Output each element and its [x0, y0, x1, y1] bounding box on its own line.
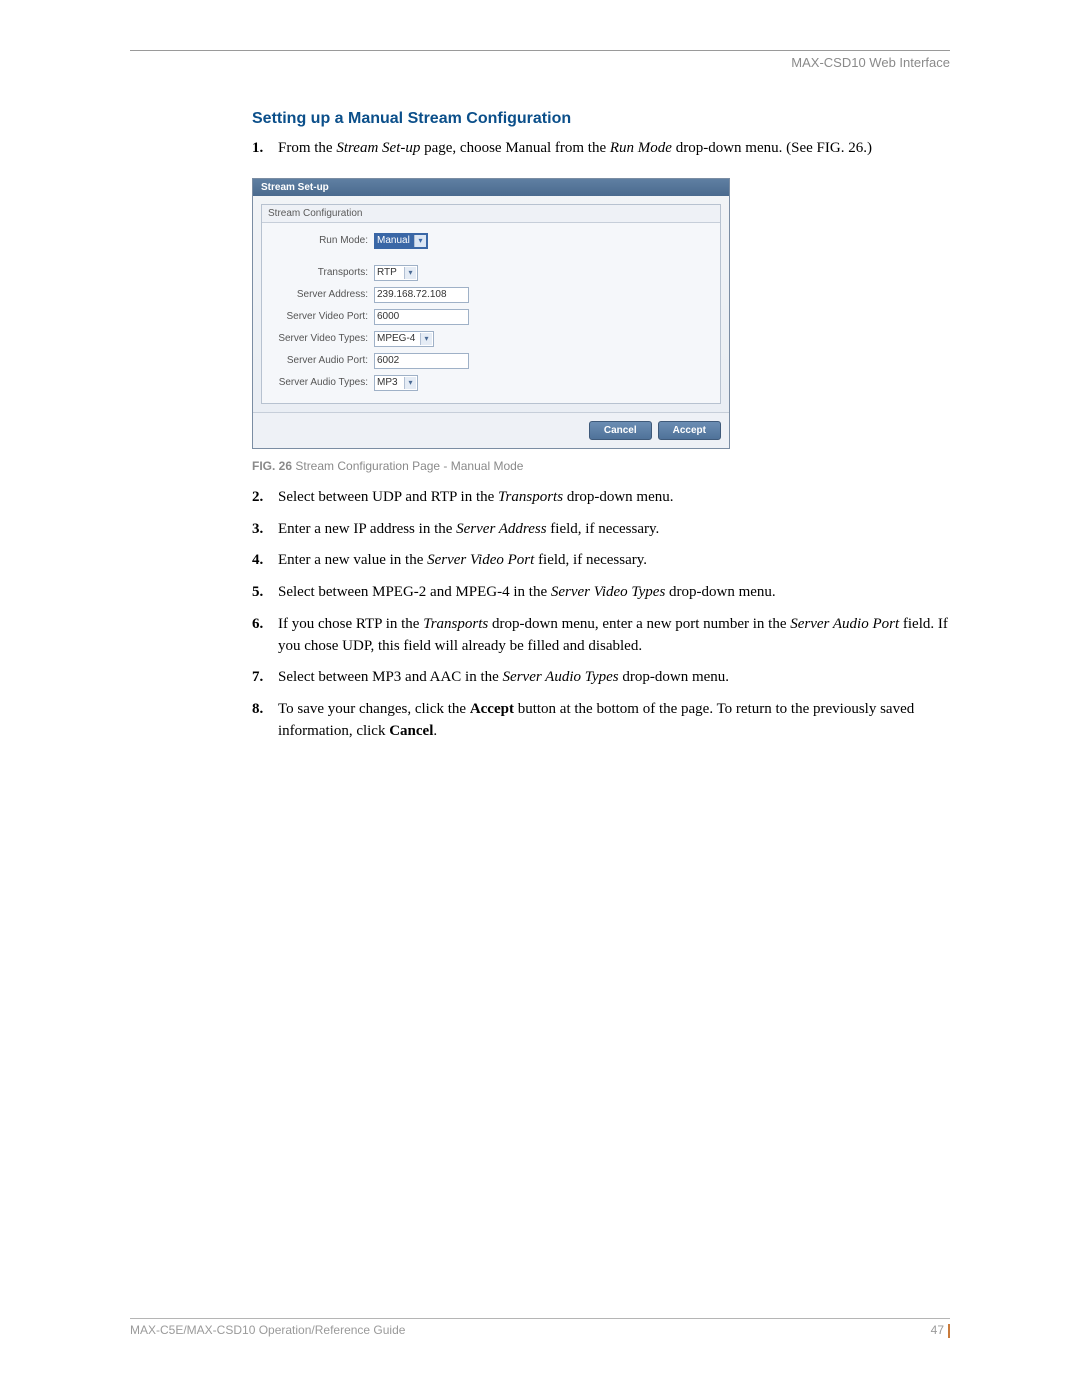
step-number: 7. [252, 667, 278, 689]
step-8: 8. To save your changes, click the Accep… [252, 699, 952, 743]
header-label: MAX-CSD10 Web Interface [130, 55, 950, 70]
step-body: Select between MPEG-2 and MPEG-4 in the … [278, 582, 952, 604]
step-1: 1. From the Stream Set-up page, choose M… [252, 138, 952, 160]
step-2: 2. Select between UDP and RTP in the Tra… [252, 487, 952, 509]
server-video-types-label: Server Video Types: [272, 333, 374, 344]
server-address-label: Server Address: [272, 289, 374, 300]
window-footer: Cancel Accept [253, 412, 729, 448]
step-number: 8. [252, 699, 278, 743]
accept-button[interactable]: Accept [658, 421, 721, 440]
server-video-types-select[interactable]: MPEG-4 ▾ [374, 331, 434, 347]
step-body: Enter a new value in the Server Video Po… [278, 550, 952, 572]
footer-rule [130, 1318, 950, 1319]
server-audio-port-input[interactable]: 6002 [374, 353, 469, 369]
runmode-select[interactable]: Manual ▾ [374, 233, 428, 249]
steps-list-cont: 2. Select between UDP and RTP in the Tra… [252, 487, 952, 743]
server-audio-types-select[interactable]: MP3 ▾ [374, 375, 418, 391]
step-body: Select between MP3 and AAC in the Server… [278, 667, 952, 689]
step-number: 2. [252, 487, 278, 509]
step-body: To save your changes, click the Accept b… [278, 699, 952, 743]
step-4: 4. Enter a new value in the Server Video… [252, 550, 952, 572]
cancel-button[interactable]: Cancel [589, 421, 652, 440]
steps-list: 1. From the Stream Set-up page, choose M… [252, 138, 952, 160]
runmode-label: Run Mode: [272, 235, 374, 246]
server-video-port-label: Server Video Port: [272, 311, 374, 322]
page-number-divider [948, 1324, 950, 1338]
step-body: If you chose RTP in the Transports drop-… [278, 614, 952, 658]
step-5: 5. Select between MPEG-2 and MPEG-4 in t… [252, 582, 952, 604]
server-audio-port-label: Server Audio Port: [272, 355, 374, 366]
section-title: Setting up a Manual Stream Configuration [252, 110, 950, 128]
page-number: 47 [931, 1323, 950, 1338]
panel-title: Stream Configuration [262, 205, 720, 223]
figure-caption: FIG. 26 Stream Configuration Page - Manu… [252, 459, 950, 473]
step-7: 7. Select between MP3 and AAC in the Ser… [252, 667, 952, 689]
config-form: Run Mode: Manual ▾ Transports: RTP ▾ [262, 223, 720, 403]
step-number: 5. [252, 582, 278, 604]
transports-label: Transports: [272, 267, 374, 278]
step-number: 6. [252, 614, 278, 658]
chevron-down-icon: ▾ [404, 267, 416, 279]
step-6: 6. If you chose RTP in the Transports dr… [252, 614, 952, 658]
step-body: From the Stream Set-up page, choose Manu… [278, 138, 952, 160]
footer-guide-title: MAX-C5E/MAX-CSD10 Operation/Reference Gu… [130, 1323, 405, 1338]
step-number: 3. [252, 519, 278, 541]
step-body: Enter a new IP address in the Server Add… [278, 519, 952, 541]
header-rule [130, 50, 950, 51]
window-titlebar: Stream Set-up [253, 179, 729, 196]
step-number: 4. [252, 550, 278, 572]
server-audio-types-label: Server Audio Types: [272, 377, 374, 388]
step-body: Select between UDP and RTP in the Transp… [278, 487, 952, 509]
chevron-down-icon: ▾ [404, 377, 416, 389]
server-address-input[interactable]: 239.168.72.108 [374, 287, 469, 303]
stream-config-panel: Stream Configuration Run Mode: Manual ▾ … [261, 204, 721, 404]
step-number: 1. [252, 138, 278, 160]
server-video-port-input[interactable]: 6000 [374, 309, 469, 325]
chevron-down-icon: ▾ [420, 333, 432, 345]
chevron-down-icon: ▾ [414, 235, 426, 247]
step-3: 3. Enter a new IP address in the Server … [252, 519, 952, 541]
page-content: MAX-CSD10 Web Interface Setting up a Man… [130, 50, 950, 753]
stream-setup-window: Stream Set-up Stream Configuration Run M… [252, 178, 730, 449]
page-footer: MAX-C5E/MAX-CSD10 Operation/Reference Gu… [130, 1318, 950, 1338]
figure-26: Stream Set-up Stream Configuration Run M… [252, 178, 730, 449]
transports-select[interactable]: RTP ▾ [374, 265, 418, 281]
